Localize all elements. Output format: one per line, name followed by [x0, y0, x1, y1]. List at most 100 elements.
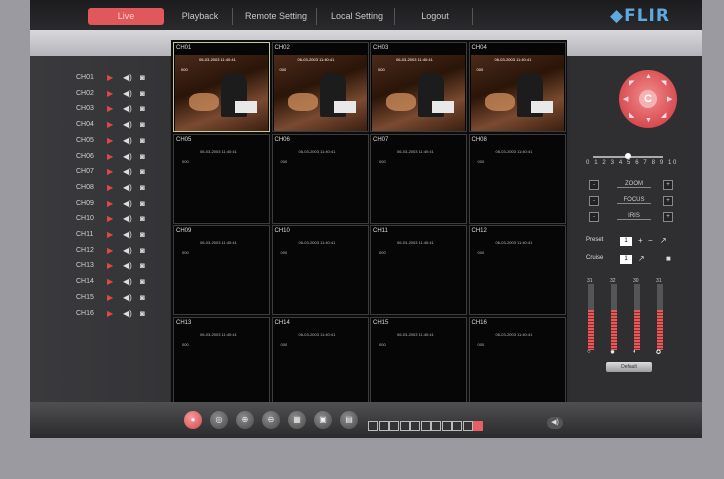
tab-local-setting[interactable]: Local Setting [320, 8, 395, 25]
layout-button[interactable] [420, 421, 431, 431]
video-cell[interactable]: CH02 06-03-2003 11:40:41 000 [271, 42, 369, 132]
speed-slider-handle[interactable] [625, 153, 631, 159]
layout-button[interactable] [368, 421, 378, 431]
camera-icon[interactable]: ◙ [140, 152, 145, 161]
video-cell[interactable]: CH06 06-03-2003 11:40:41 000 [271, 133, 369, 224]
video-cell[interactable]: CH03 06-03-2003 11:40:41 000 [370, 42, 467, 132]
ptz-downright-icon[interactable]: ◢ [661, 111, 666, 119]
camera-icon[interactable]: ◙ [140, 167, 145, 176]
speaker-icon[interactable]: ◀) [123, 199, 132, 208]
play-icon[interactable]: ▶ [107, 183, 113, 192]
video-cell[interactable]: CH08 06-03-2003 11:40:41 000 [468, 133, 566, 224]
play-icon[interactable]: ▶ [107, 277, 113, 286]
video-cell[interactable]: CH09 06-03-2003 11:40:41 000 [173, 225, 270, 315]
iris-plus-button[interactable]: + [663, 212, 673, 222]
layout-button[interactable] [441, 421, 452, 431]
video-cell[interactable]: CH16 06-03-2003 11:40:41 000 [468, 316, 566, 407]
play-icon[interactable]: ▶ [107, 89, 113, 98]
speaker-icon[interactable]: ◀) [123, 73, 132, 82]
play-icon[interactable]: ▶ [107, 104, 113, 113]
play-icon[interactable]: ▶ [107, 199, 113, 208]
speaker-icon[interactable]: ◀) [123, 309, 132, 318]
speaker-icon[interactable]: ◀) [123, 104, 132, 113]
camera-icon[interactable]: ◙ [140, 277, 145, 286]
layout-button[interactable] [399, 421, 410, 431]
speaker-icon[interactable]: ◀) [123, 261, 132, 270]
preset-input[interactable]: 1 [620, 237, 632, 246]
speaker-icon[interactable]: ◀) [123, 183, 132, 192]
layout-button[interactable] [431, 421, 441, 431]
ptz-downleft-icon[interactable]: ◣ [629, 111, 634, 119]
ptz-center-button[interactable]: C [639, 90, 657, 108]
zoom-view-button[interactable]: ▤ [340, 411, 358, 429]
record-button[interactable]: ● [184, 411, 202, 429]
speaker-icon[interactable]: ◀) [123, 120, 132, 129]
play-icon[interactable]: ▶ [107, 152, 113, 161]
fullscreen-button[interactable]: ▦ [288, 411, 306, 429]
ptz-left-icon[interactable]: ◀ [623, 95, 628, 103]
video-cell[interactable]: CH01 06-03-2003 11:40:41 000 [173, 42, 270, 132]
default-button[interactable]: Default [606, 362, 652, 372]
focus-minus-button[interactable]: - [589, 196, 599, 206]
play-icon[interactable]: ▶ [107, 167, 113, 176]
zoom-plus-button[interactable]: + [663, 180, 673, 190]
ptz-up-icon[interactable]: ▲ [645, 73, 652, 80]
speaker-icon[interactable]: ◀) [123, 136, 132, 145]
level-meter[interactable] [657, 284, 663, 350]
volume-icon[interactable]: ◀) [547, 417, 563, 429]
camera-icon[interactable]: ◙ [140, 230, 145, 239]
camera-icon[interactable]: ◙ [140, 199, 145, 208]
video-cell[interactable]: CH12 06-03-2003 11:40:41 000 [468, 225, 566, 315]
camera-icon[interactable]: ◙ [140, 89, 145, 98]
tab-logout[interactable]: Logout [398, 8, 473, 25]
video-cell[interactable]: CH05 06-03-2003 11:40:41 000 [173, 133, 270, 224]
video-cell[interactable]: CH04 06-03-2003 11:40:41 000 [468, 42, 566, 132]
speaker-icon[interactable]: ◀) [123, 246, 132, 255]
sequence-button[interactable]: ▣ [314, 411, 332, 429]
camera-icon[interactable]: ◙ [140, 104, 145, 113]
video-cell[interactable]: CH10 06-03-2003 11:40:41 000 [271, 225, 369, 315]
preset-goto-icon[interactable]: ↗ [660, 236, 667, 245]
play-icon[interactable]: ▶ [107, 293, 113, 302]
play-icon[interactable]: ▶ [107, 230, 113, 239]
play-icon[interactable]: ▶ [107, 120, 113, 129]
ptz-upleft-icon[interactable]: ◤ [629, 79, 634, 87]
ptz-down-icon[interactable]: ▼ [645, 117, 652, 124]
camera-icon[interactable]: ◙ [140, 246, 145, 255]
layout-button[interactable] [378, 421, 389, 431]
speaker-icon[interactable]: ◀) [123, 293, 132, 302]
video-cell[interactable]: CH13 06-03-2003 11:40:41 000 [173, 316, 270, 407]
speaker-icon[interactable]: ◀) [123, 89, 132, 98]
camera-icon[interactable]: ◙ [140, 309, 145, 318]
video-cell[interactable]: CH07 06-03-2003 11:40:41 000 [370, 133, 467, 224]
preset-add-icon[interactable]: + [638, 236, 643, 245]
video-cell[interactable]: CH11 06-03-2003 11:40:41 000 [370, 225, 467, 315]
camera-icon[interactable]: ◙ [140, 214, 145, 223]
cruise-stop-icon[interactable]: ■ [666, 254, 671, 263]
speaker-icon[interactable]: ◀) [123, 152, 132, 161]
level-meter[interactable] [634, 284, 640, 350]
level-meter[interactable] [611, 284, 617, 350]
speaker-icon[interactable]: ◀) [123, 230, 132, 239]
ptz-upright-icon[interactable]: ◥ [661, 79, 666, 87]
play-icon[interactable]: ▶ [107, 309, 113, 318]
capture-button[interactable]: ⊕ [236, 411, 254, 429]
tab-remote-setting[interactable]: Remote Setting [236, 8, 317, 25]
play-icon[interactable]: ▶ [107, 136, 113, 145]
video-cell[interactable]: CH14 06-03-2003 11:40:41 000 [271, 316, 369, 407]
playback-button[interactable]: ⊖ [262, 411, 280, 429]
record-all-button[interactable]: ◎ [210, 411, 228, 429]
layout-button[interactable] [452, 421, 462, 431]
zoom-minus-button[interactable]: - [589, 180, 599, 190]
preset-remove-icon[interactable]: − [648, 236, 653, 245]
camera-icon[interactable]: ◙ [140, 183, 145, 192]
level-meter[interactable] [588, 284, 594, 350]
layout-button[interactable] [473, 421, 483, 431]
tab-live[interactable]: Live [88, 8, 164, 25]
camera-icon[interactable]: ◙ [140, 261, 145, 270]
camera-icon[interactable]: ◙ [140, 73, 145, 82]
layout-button[interactable] [462, 421, 473, 431]
camera-icon[interactable]: ◙ [140, 120, 145, 129]
ptz-right-icon[interactable]: ▶ [667, 95, 672, 103]
layout-button[interactable] [389, 421, 399, 431]
